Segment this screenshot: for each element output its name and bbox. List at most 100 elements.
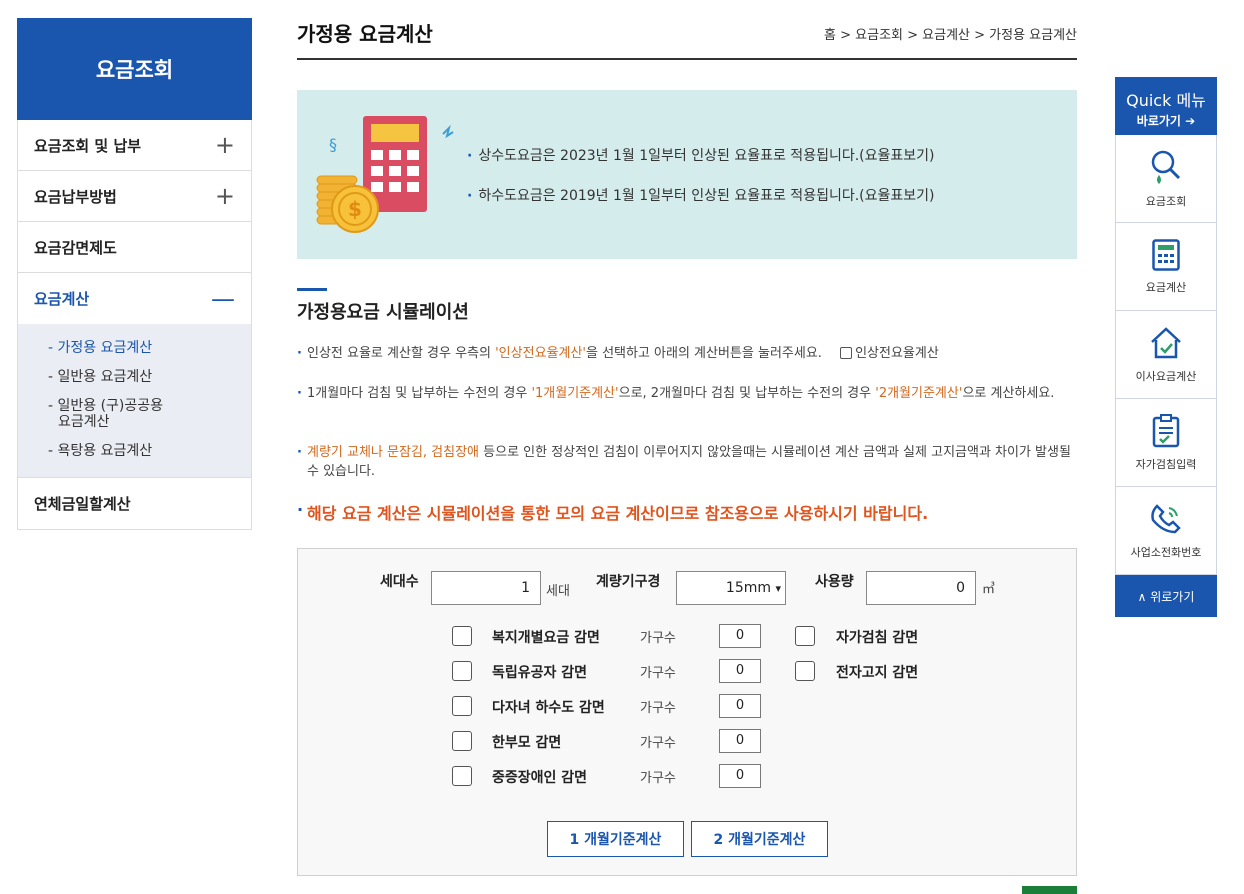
welfare-discount-label[interactable]: 복지개별요금 감면 [492,627,600,647]
quick-item-label: 자가검침입력 [1135,457,1197,471]
prev-rate-checkbox[interactable] [840,347,853,359]
patriot-discount-checkbox[interactable] [452,661,472,681]
search-drop-icon [1151,150,1181,184]
section-title: 가정용요금 시뮬레이션 [297,302,469,323]
sidebar-item-label: 요금감면제도 [34,238,117,257]
info-highlight: '1개월기준계산' [531,386,619,401]
single-parent-discount-checkbox[interactable] [452,731,472,751]
warning-text: 해당 요금 계산은 시뮬레이션을 통한 모의 요금 계산이므로 참조용으로 사용… [307,504,929,523]
multi-child-discount-label[interactable]: 다자녀 하수도 감면 [492,697,605,717]
chevron-down-icon: ▾ [775,582,781,595]
prev-rate-checkbox-label[interactable]: 인상전요율계산 [855,346,939,361]
households-input[interactable]: 1 [431,571,541,605]
calc-2month-button[interactable]: 2 개월기준계산 [691,821,828,857]
household-count-label: 가구수 [640,736,676,751]
info-text: 인상전 요율로 계산할 경우 우측의 [307,346,496,361]
self-reading-discount-checkbox[interactable] [795,626,815,646]
expand-icon[interactable]: + [215,184,235,208]
info-monthly: · 1개월마다 검침 및 납부하는 수전의 경우 '1개월기준계산'으로, 2개… [297,384,1077,403]
quick-menu-subtitle: 바로가기 ➔ [1136,114,1196,128]
submenu-item-general[interactable]: - 일반용 요금계산 [48,369,251,385]
e-billing-discount-checkbox[interactable] [795,661,815,681]
e-billing-discount-label[interactable]: 전자고지 감면 [836,662,918,682]
sidebar-item-label: 연체금일할계산 [34,495,131,513]
multi-child-discount-checkbox[interactable] [452,696,472,716]
quick-item-office-phone[interactable]: 사업소전화번호 [1115,487,1217,575]
multi-child-count-input[interactable]: 0 [719,694,761,718]
collapse-icon[interactable]: — [211,287,235,311]
single-parent-discount-label[interactable]: 한부모 감면 [492,732,561,752]
disability-discount-checkbox[interactable] [452,766,472,786]
submenu-item-label: - 일반용 (구)공공용 [48,398,164,414]
calculator-icon [1152,238,1180,271]
sidebar-item-label: 요금계산 [34,290,90,308]
sidebar-item-billing-payment[interactable]: 요금조회 및 납부 + [18,120,251,171]
self-reading-discount-label[interactable]: 자가검침 감면 [836,627,918,647]
calculator-form: 세대수 1 세대 계량기구경 15mm ▾ 사용량 0 ㎥ 복지개별요금 감면 … [297,548,1077,876]
welfare-count-input[interactable]: 0 [719,624,761,648]
meter-size-label: 계량기구경 [596,574,661,590]
sidebar-item-fee-calc[interactable]: 요금계산 — [18,273,251,324]
disability-discount-label[interactable]: 중증장애인 감면 [492,767,587,787]
bottom-green-button[interactable] [1022,886,1077,894]
quick-menu-title: Quick 메뉴 [1126,91,1206,110]
info-highlight: '2개월기준계산' [875,386,963,401]
sidebar-item-late-fee[interactable]: 연체금일할계산 [18,478,251,529]
section-accent-bar [297,288,327,291]
clipboard-icon [1152,413,1180,447]
usage-input[interactable]: 0 [866,571,976,605]
quick-item-label: 사업소전화번호 [1130,545,1202,559]
sidebar: 요금조회 요금조회 및 납부 + 요금납부방법 + 요금감면제도 요금계산 — … [17,18,252,530]
households-unit: 세대 [546,584,570,599]
quick-item-fee-calc[interactable]: 요금계산 [1115,223,1217,311]
submenu-item-label-cont: 요금계산 [58,414,110,430]
back-to-top-button[interactable]: ∧ 위로가기 [1115,575,1217,617]
welfare-discount-checkbox[interactable] [452,626,472,646]
sidebar-item-payment-method[interactable]: 요금납부방법 + [18,171,251,222]
title-divider [297,58,1077,60]
sidebar-submenu: - 가정용 요금계산 - 일반용 요금계산 - 일반용 (구)공공용 요금계산 … [18,324,251,478]
quick-item-moving-calc[interactable]: 이사요금계산 [1115,311,1217,399]
rate-notice-box: $ § 상수도요금은 2023년 1월 1일부터 인상된 요율표로 적용됩니다.… [297,90,1077,259]
svg-text:§: § [329,135,337,154]
notice-lines: 상수도요금은 2023년 1월 1일부터 인상된 요율표로 적용됩니다.(요율표… [467,145,934,225]
simulation-warning: · 해당 요금 계산은 시뮬레이션을 통한 모의 요금 계산이므로 참조용으로 … [297,500,928,524]
submenu-item-household[interactable]: - 가정용 요금계산 [48,340,251,356]
page-title: 가정용 요금계산 [297,22,433,46]
sidebar-title: 요금조회 [17,18,252,120]
info-prev-rate: · 인상전 요율로 계산할 경우 우측의 '인상전요율계산'을 선택하고 아래의… [297,344,1077,363]
usage-label: 사용량 [815,574,854,590]
households-label: 세대수 [380,574,419,590]
patriot-discount-label[interactable]: 독립유공자 감면 [492,662,587,682]
disability-count-input[interactable]: 0 [719,764,761,788]
info-text: 으로, 2개월마다 검침 및 납부하는 수전의 경우 [618,386,876,401]
sidebar-menu: 요금조회 및 납부 + 요금납부방법 + 요금감면제도 요금계산 — - 가정용… [17,120,252,530]
info-highlight: 계량기 교체나 문잠김, 검침장애 [307,445,480,460]
breadcrumb[interactable]: 홈 > 요금조회 > 요금계산 > 가정용 요금계산 [824,24,1077,43]
info-text: 1개월마다 검침 및 납부하는 수전의 경우 [307,386,532,401]
info-meter-issue: · 계량기 교체나 문잠김, 검침장애 등으로 인한 정상적인 검침이 이루어지… [297,443,1077,481]
quick-item-label: 요금조회 [1145,194,1187,208]
notice-water-rate[interactable]: 상수도요금은 2023년 1월 1일부터 인상된 요율표로 적용됩니다.(요율표… [467,145,934,165]
quick-item-label: 이사요금계산 [1135,369,1197,383]
quick-item-billing-lookup[interactable]: 요금조회 [1115,135,1217,223]
household-count-label: 가구수 [640,701,676,716]
patriot-count-input[interactable]: 0 [719,659,761,683]
meter-size-select[interactable]: 15mm ▾ [676,571,786,605]
bullet-icon: · [297,445,302,460]
usage-unit: ㎥ [982,582,996,597]
single-parent-count-input[interactable]: 0 [719,729,761,753]
quick-item-self-reading[interactable]: 자가검침입력 [1115,399,1217,487]
expand-icon[interactable]: + [215,133,235,157]
quick-item-label: 요금계산 [1145,280,1187,294]
submenu-item-general-public[interactable]: - 일반용 (구)공공용 요금계산 [48,398,251,430]
meter-size-value: 15mm [725,580,772,596]
sidebar-item-discount-system[interactable]: 요금감면제도 [18,222,251,273]
submenu-item-bathhouse[interactable]: - 욕탕용 요금계산 [48,443,251,459]
household-count-label: 가구수 [640,631,676,646]
quick-menu: Quick 메뉴 바로가기 ➔ 요금조회 요금계산 이사요금계산 자가검침입력 … [1115,77,1217,617]
bullet-icon: · [297,386,302,401]
notice-sewer-rate[interactable]: 하수도요금은 2019년 1월 1일부터 인상된 요율표로 적용됩니다.(요율표… [467,185,934,205]
calc-1month-button[interactable]: 1 개월기준계산 [547,821,684,857]
info-text: 으로 계산하세요. [962,386,1055,401]
